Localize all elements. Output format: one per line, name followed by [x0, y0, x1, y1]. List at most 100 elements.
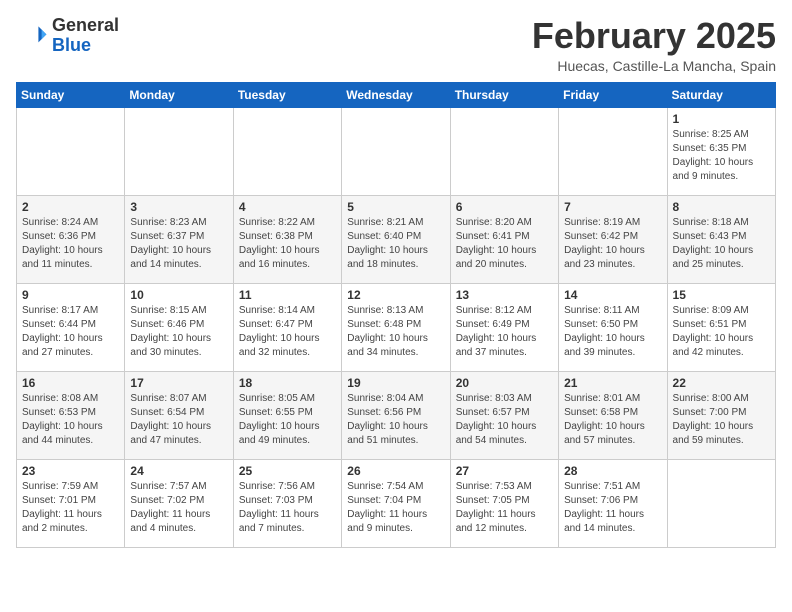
- calendar-cell: 20Sunrise: 8:03 AM Sunset: 6:57 PM Dayli…: [450, 371, 558, 459]
- calendar-cell: 4Sunrise: 8:22 AM Sunset: 6:38 PM Daylig…: [233, 195, 341, 283]
- day-number: 24: [130, 464, 227, 478]
- day-number: 11: [239, 288, 336, 302]
- day-info: Sunrise: 8:12 AM Sunset: 6:49 PM Dayligh…: [456, 304, 553, 360]
- weekday-header-row: SundayMondayTuesdayWednesdayThursdayFrid…: [17, 82, 776, 107]
- day-info: Sunrise: 8:18 AM Sunset: 6:43 PM Dayligh…: [673, 216, 770, 272]
- calendar-cell: 28 Sunrise: 7:51 AM Sunset: 7:06 PM Dayli…: [559, 459, 667, 547]
- calendar-cell: 25Sunrise: 7:56 AM Sunset: 7:03 PM Dayli…: [233, 459, 341, 547]
- calendar-cell: 11 Sunrise: 8:14 AM Sunset: 6:47 PM Dayli…: [233, 283, 341, 371]
- month-title: February 2025: [532, 16, 776, 56]
- day-info: Sunrise: 8:13 AM Sunset: 6:48 PM Dayligh…: [347, 304, 444, 360]
- day-info: Sunrise: 8:19 AM Sunset: 6:42 PM Dayligh…: [564, 216, 661, 272]
- title-block: February 2025 Huecas, Castille-La Mancha…: [532, 16, 776, 74]
- week-row-1: 1 Sunrise: 8:25 AM Sunset: 6:35 PM Daylig…: [17, 107, 776, 195]
- day-number: 6: [456, 200, 553, 214]
- day-info: Sunrise: 7:53 AM Sunset: 7:05 PM Dayligh…: [456, 480, 553, 536]
- calendar-cell: 24 Sunrise: 7:57 AM Sunset: 7:02 PM Dayli…: [125, 459, 233, 547]
- calendar-cell: [17, 107, 125, 195]
- weekday-header-friday: Friday: [559, 82, 667, 107]
- weekday-header-tuesday: Tuesday: [233, 82, 341, 107]
- calendar-cell: 19 Sunrise: 8:04 AM Sunset: 6:56 PM Dayli…: [342, 371, 450, 459]
- day-info: Sunrise: 8:23 AM Sunset: 6:37 PM Dayligh…: [130, 216, 227, 272]
- day-info: Sunrise: 8:21 AM Sunset: 6:40 PM Dayligh…: [347, 216, 444, 272]
- weekday-header-saturday: Saturday: [667, 82, 775, 107]
- day-info: Sunrise: 8:09 AM Sunset: 6:51 PM Dayligh…: [673, 304, 770, 360]
- day-info: Sunrise: 8:24 AM Sunset: 6:36 PM Dayligh…: [22, 216, 119, 272]
- calendar-cell: 21Sunrise: 8:01 AM Sunset: 6:58 PM Dayli…: [559, 371, 667, 459]
- calendar-table: SundayMondayTuesdayWednesdayThursdayFrid…: [16, 82, 776, 548]
- day-info: Sunrise: 8:08 AM Sunset: 6:53 PM Dayligh…: [22, 392, 119, 448]
- day-number: 28: [564, 464, 661, 478]
- weekday-header-sunday: Sunday: [17, 82, 125, 107]
- location-subtitle: Huecas, Castille-La Mancha, Spain: [532, 58, 776, 74]
- calendar-cell: 14 Sunrise: 8:11 AM Sunset: 6:50 PM Dayli…: [559, 283, 667, 371]
- day-info: Sunrise: 8:11 AM Sunset: 6:50 PM Dayligh…: [564, 304, 661, 360]
- week-row-3: 9 Sunrise: 8:17 AM Sunset: 6:44 PM Daylig…: [17, 283, 776, 371]
- calendar-cell: 17Sunrise: 8:07 AM Sunset: 6:54 PM Dayli…: [125, 371, 233, 459]
- day-info: Sunrise: 8:22 AM Sunset: 6:38 PM Dayligh…: [239, 216, 336, 272]
- calendar-cell: 10 Sunrise: 8:15 AM Sunset: 6:46 PM Dayli…: [125, 283, 233, 371]
- day-number: 1: [673, 112, 770, 126]
- calendar-cell: 18 Sunrise: 8:05 AM Sunset: 6:55 PM Dayli…: [233, 371, 341, 459]
- day-number: 21: [564, 376, 661, 390]
- day-info: Sunrise: 8:05 AM Sunset: 6:55 PM Dayligh…: [239, 392, 336, 448]
- calendar-cell: 2 Sunrise: 8:24 AM Sunset: 6:36 PM Daylig…: [17, 195, 125, 283]
- page-header: General Blue February 2025 Huecas, Casti…: [16, 16, 776, 74]
- day-info: Sunrise: 7:57 AM Sunset: 7:02 PM Dayligh…: [130, 480, 227, 536]
- weekday-header-thursday: Thursday: [450, 82, 558, 107]
- day-info: Sunrise: 8:20 AM Sunset: 6:41 PM Dayligh…: [456, 216, 553, 272]
- day-number: 8: [673, 200, 770, 214]
- week-row-4: 16 Sunrise: 8:08 AM Sunset: 6:53 PM Dayli…: [17, 371, 776, 459]
- day-info: Sunrise: 8:17 AM Sunset: 6:44 PM Dayligh…: [22, 304, 119, 360]
- calendar-cell: [125, 107, 233, 195]
- weekday-header-wednesday: Wednesday: [342, 82, 450, 107]
- calendar-cell: [450, 107, 558, 195]
- day-number: 3: [130, 200, 227, 214]
- day-info: Sunrise: 8:04 AM Sunset: 6:56 PM Dayligh…: [347, 392, 444, 448]
- week-row-5: 23Sunrise: 7:59 AM Sunset: 7:01 PM Dayli…: [17, 459, 776, 547]
- calendar-cell: 7Sunrise: 8:19 AM Sunset: 6:42 PM Daylig…: [559, 195, 667, 283]
- day-number: 16: [22, 376, 119, 390]
- calendar-cell: 16 Sunrise: 8:08 AM Sunset: 6:53 PM Dayli…: [17, 371, 125, 459]
- day-info: Sunrise: 7:51 AM Sunset: 7:06 PM Dayligh…: [564, 480, 661, 536]
- calendar-cell: 9 Sunrise: 8:17 AM Sunset: 6:44 PM Daylig…: [17, 283, 125, 371]
- day-number: 14: [564, 288, 661, 302]
- day-number: 2: [22, 200, 119, 214]
- day-info: Sunrise: 7:54 AM Sunset: 7:04 PM Dayligh…: [347, 480, 444, 536]
- day-info: Sunrise: 8:00 AM Sunset: 7:00 PM Dayligh…: [673, 392, 770, 448]
- day-number: 26: [347, 464, 444, 478]
- day-number: 9: [22, 288, 119, 302]
- logo-general-text: General: [52, 15, 119, 35]
- calendar-cell: [233, 107, 341, 195]
- calendar-cell: 23Sunrise: 7:59 AM Sunset: 7:01 PM Dayli…: [17, 459, 125, 547]
- day-info: Sunrise: 8:14 AM Sunset: 6:47 PM Dayligh…: [239, 304, 336, 360]
- weekday-header-monday: Monday: [125, 82, 233, 107]
- calendar-cell: [559, 107, 667, 195]
- day-info: Sunrise: 8:15 AM Sunset: 6:46 PM Dayligh…: [130, 304, 227, 360]
- calendar-cell: 12 Sunrise: 8:13 AM Sunset: 6:48 PM Dayli…: [342, 283, 450, 371]
- day-number: 12: [347, 288, 444, 302]
- calendar-cell: 6 Sunrise: 8:20 AM Sunset: 6:41 PM Daylig…: [450, 195, 558, 283]
- calendar-cell: 5Sunrise: 8:21 AM Sunset: 6:40 PM Daylig…: [342, 195, 450, 283]
- logo-icon: [16, 20, 48, 52]
- day-number: 20: [456, 376, 553, 390]
- day-info: Sunrise: 8:25 AM Sunset: 6:35 PM Dayligh…: [673, 128, 770, 184]
- logo-blue-text: Blue: [52, 35, 91, 55]
- calendar-cell: [342, 107, 450, 195]
- day-number: 10: [130, 288, 227, 302]
- day-number: 13: [456, 288, 553, 302]
- calendar-cell: 3 Sunrise: 8:23 AM Sunset: 6:37 PM Daylig…: [125, 195, 233, 283]
- calendar-cell: 27 Sunrise: 7:53 AM Sunset: 7:05 PM Dayli…: [450, 459, 558, 547]
- calendar-cell: 1 Sunrise: 8:25 AM Sunset: 6:35 PM Daylig…: [667, 107, 775, 195]
- day-number: 27: [456, 464, 553, 478]
- day-info: Sunrise: 7:56 AM Sunset: 7:03 PM Dayligh…: [239, 480, 336, 536]
- calendar-cell: [667, 459, 775, 547]
- logo: General Blue: [16, 16, 119, 56]
- day-number: 22: [673, 376, 770, 390]
- day-number: 19: [347, 376, 444, 390]
- calendar-cell: 15 Sunrise: 8:09 AM Sunset: 6:51 PM Dayli…: [667, 283, 775, 371]
- week-row-2: 2 Sunrise: 8:24 AM Sunset: 6:36 PM Daylig…: [17, 195, 776, 283]
- day-number: 18: [239, 376, 336, 390]
- day-number: 15: [673, 288, 770, 302]
- day-info: Sunrise: 7:59 AM Sunset: 7:01 PM Dayligh…: [22, 480, 119, 536]
